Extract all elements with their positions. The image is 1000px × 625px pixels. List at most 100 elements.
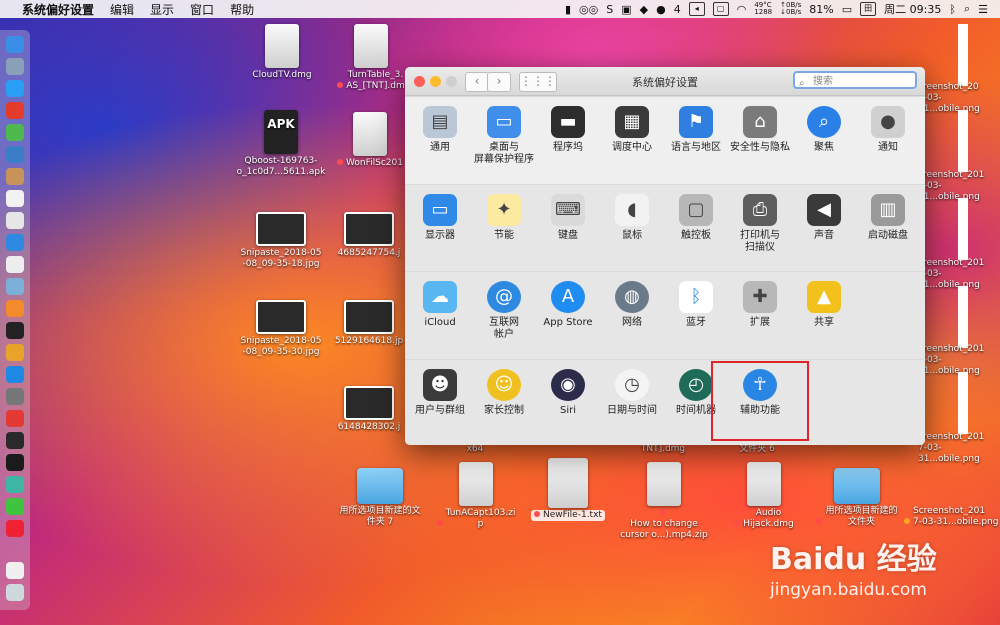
pref-pane-sharing[interactable]: ▲ 共享 xyxy=(791,281,857,329)
trash-icon[interactable] xyxy=(6,584,24,601)
wechat-dock-icon[interactable] xyxy=(6,498,24,515)
photos-icon[interactable] xyxy=(6,278,24,295)
pref-pane-internet-accounts[interactable]: @ 互联网 帐户 xyxy=(471,281,537,341)
desktop-file[interactable]: TurnTable_3. AS_[TNT].dm xyxy=(336,24,406,92)
desktop-file[interactable]: Snipaste_2018-05 -08_09-35-30.jpg xyxy=(236,292,326,358)
console-icon[interactable] xyxy=(6,454,24,471)
netease-music-icon[interactable] xyxy=(6,520,24,537)
s-icon[interactable]: S xyxy=(606,3,613,16)
pref-pane-notifications[interactable]: ● 通知 xyxy=(855,106,921,154)
app-red-icon[interactable] xyxy=(6,102,24,119)
share-icon[interactable]: ▢ xyxy=(712,2,729,16)
pref-pane-mouse[interactable]: ◖ 鼠标 xyxy=(599,194,665,242)
dropbox-icon[interactable]: ◆ xyxy=(640,3,648,16)
preview-icon[interactable] xyxy=(6,146,24,163)
android-icon[interactable] xyxy=(6,124,24,141)
pref-pane-extensions[interactable]: ✚ 扩展 xyxy=(727,281,793,329)
pref-pane-network[interactable]: ◍ 网络 xyxy=(599,281,665,329)
menu-help[interactable]: 帮助 xyxy=(230,1,254,18)
document-icon[interactable] xyxy=(6,256,24,273)
wechat-icon[interactable]: ● xyxy=(656,3,666,16)
sharing-icon: ▲ xyxy=(807,281,841,313)
menu-window[interactable]: 窗口 xyxy=(190,1,214,18)
desktop-file[interactable]: 5129164618.jp xyxy=(332,292,406,347)
menu-edit[interactable]: 编辑 xyxy=(110,1,134,18)
internet-accounts-icon: @ xyxy=(487,281,521,313)
pref-pane-parental-controls[interactable]: ☺ 家长控制 xyxy=(471,369,537,417)
desktop-file[interactable]: Screenshot_201 7-03-31...obile.png xyxy=(904,506,1000,528)
search-app-icon[interactable] xyxy=(6,234,24,251)
finder-icon[interactable] xyxy=(6,36,24,53)
pref-pane-general[interactable]: ▤ 通用 xyxy=(407,106,473,154)
desktop-file-label[interactable]: 文件夹 6 xyxy=(732,444,782,455)
photo-app-icon[interactable] xyxy=(6,300,24,317)
pref-pane-clock-calendar[interactable]: ◷ 日期与时间 xyxy=(599,369,665,417)
app-menu[interactable]: 系统偏好设置 xyxy=(22,1,94,18)
spotlight-menubar-icon[interactable]: ⌕ xyxy=(964,2,970,16)
pref-pane-dock[interactable]: ▬ 程序坞 xyxy=(535,106,601,154)
menu-view[interactable]: 显示 xyxy=(150,1,174,18)
desktop-file[interactable]: Snipaste_2018-05 -08_09-35-18.jpg xyxy=(236,204,326,270)
pref-pane-globe-flag[interactable]: ⚑ 语言与地区 xyxy=(663,106,729,154)
scroll-icon[interactable]: ▮ xyxy=(565,3,571,16)
desktop-file[interactable]: WonFilSc201 xyxy=(334,112,406,169)
pref-pane-siri[interactable]: ◉ Siri xyxy=(535,369,601,417)
desktop-file[interactable]: 4685247754.j xyxy=(332,204,406,259)
pref-pane-bluetooth[interactable]: ᛒ 蓝牙 xyxy=(663,281,729,329)
system-preferences-dock-icon[interactable] xyxy=(6,388,24,405)
battery-percent[interactable]: 81% xyxy=(809,3,833,16)
clock[interactable]: 周二 09:35 xyxy=(884,1,941,17)
pref-pane-keyboard[interactable]: ⌨ 键盘 xyxy=(535,194,601,242)
activity-monitor-icon[interactable] xyxy=(6,432,24,449)
documents-stack-icon[interactable] xyxy=(6,562,24,579)
desktop-file-label[interactable]: TNT].dmg xyxy=(632,444,694,455)
pref-pane-disk[interactable]: ▥ 启动磁盘 xyxy=(855,194,921,242)
pref-pane-desktop[interactable]: ▭ 桌面与 屏幕保护程序 xyxy=(471,106,537,166)
image-thumbnail xyxy=(344,300,394,334)
desktop-file-label[interactable]: x64 xyxy=(460,444,490,455)
calendar-icon[interactable] xyxy=(6,190,24,207)
search-input[interactable]: ⌕ 搜索 xyxy=(793,71,917,89)
safari-icon[interactable] xyxy=(6,80,24,97)
desktop-file[interactable]: 用所选项目新建的文 件夹 7 xyxy=(330,462,430,528)
desktop-file[interactable]: 6148428302.j xyxy=(332,378,406,433)
glasses-icon[interactable]: ◎◎ xyxy=(579,3,598,16)
pref-pane-spotlight[interactable]: ⌕ 聚焦 xyxy=(791,106,857,154)
wifi-icon[interactable]: ◠ xyxy=(737,3,747,16)
vivaldi-icon[interactable] xyxy=(6,410,24,427)
desktop-file[interactable]: APK Qboost-169763- o_1c0d7...5611.apk xyxy=(236,110,326,178)
notes-icon[interactable] xyxy=(6,168,24,185)
pref-pane-trackpad[interactable]: ▢ 触控板 xyxy=(663,194,729,242)
bluetooth-menubar-icon[interactable]: ᛒ xyxy=(949,3,956,16)
pref-pane-house-lock[interactable]: ⌂ 安全性与隐私 xyxy=(727,106,793,154)
desktop-file[interactable]: Audio Hijack.dmg xyxy=(724,462,804,530)
books-icon[interactable] xyxy=(6,344,24,361)
desktop-file[interactable]: CloudTV.dmg xyxy=(244,24,320,81)
teal-app-icon[interactable] xyxy=(6,476,24,493)
pref-pane-icloud[interactable]: ☁ iCloud xyxy=(407,281,473,329)
desktop-file[interactable]: How to change cursor o...).mp4.zip xyxy=(616,462,712,541)
pref-pane-mission-control[interactable]: ▦ 调度中心 xyxy=(599,106,665,154)
pref-pane-app-store[interactable]: A App Store xyxy=(535,281,601,329)
pref-pane-display[interactable]: ▭ 显示器 xyxy=(407,194,473,242)
screen-icon[interactable]: ▣ xyxy=(621,3,631,16)
pref-pane-speaker[interactable]: ◀ 声音 xyxy=(791,194,857,242)
arrow-icon[interactable]: ◂ xyxy=(688,2,705,16)
desktop-file[interactable]: 用所选项目新建的 文件夹 xyxy=(812,462,902,528)
desktop-file-selected[interactable]: NewFile-1.txt xyxy=(528,458,608,521)
desktop-file[interactable]: creenshot_201 7-03-31...obile.png xyxy=(918,432,1000,465)
pref-pane-users[interactable]: ☻ 用户与群组 xyxy=(407,369,473,417)
terminal-icon[interactable] xyxy=(6,322,24,339)
battery-icon[interactable]: ▭ xyxy=(842,3,852,16)
pref-pane-printer[interactable]: ⎙ 打印机与 扫描仪 xyxy=(727,194,793,254)
house-lock-icon: ⌂ xyxy=(743,106,777,138)
notification-center-icon[interactable]: ☰ xyxy=(978,3,988,16)
input-method-icon[interactable]: 田 xyxy=(860,2,877,16)
pref-pane-bulb[interactable]: ✦ 节能 xyxy=(471,194,537,242)
pref-pane-label: 聚焦 xyxy=(814,142,834,153)
image-thumbnail xyxy=(256,300,306,334)
textedit-icon[interactable] xyxy=(6,212,24,229)
desktop-file[interactable]: TunACapt103.zi p xyxy=(434,462,518,530)
launchpad-icon[interactable] xyxy=(6,58,24,75)
app-store-dock-icon[interactable] xyxy=(6,366,24,383)
